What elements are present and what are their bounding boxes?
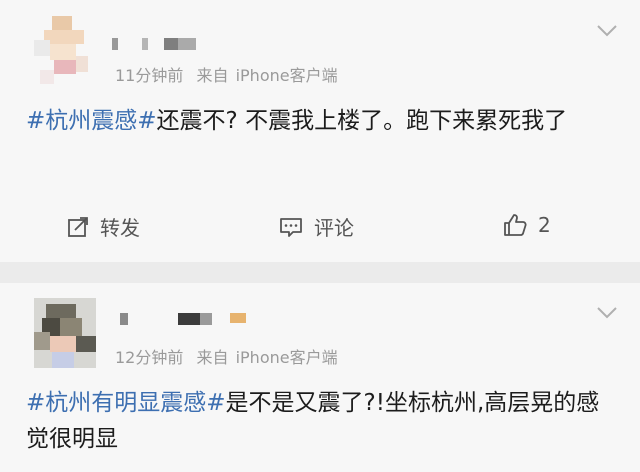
avatar[interactable] [34, 298, 96, 368]
repost-label: 转发 [100, 216, 140, 240]
comment-button[interactable]: 评论 [278, 212, 354, 241]
like-icon [504, 214, 527, 236]
post-content: 还震不? 不震我上楼了。跑下来累死我了 [156, 108, 568, 134]
post-source: iPhone客户端 [235, 66, 338, 85]
username-blurred[interactable] [120, 313, 260, 325]
chevron-down-icon[interactable] [596, 306, 618, 320]
hashtag-link[interactable]: #杭州有明显震感# [26, 390, 226, 416]
post-divider [0, 262, 640, 283]
post-card[interactable]: 12分钟前 来自 iPhone客户端 #杭州有明显震感#是不是又震了?!坐标杭州… [0, 283, 640, 472]
post-source: iPhone客户端 [235, 348, 338, 367]
hashtag-link[interactable]: #杭州震感# [26, 108, 157, 134]
post-text: #杭州有明显震感#是不是又震了?!坐标杭州,高层晃的感觉很明显 [26, 385, 600, 457]
like-count: 2 [538, 213, 551, 237]
post-time: 11分钟前 [115, 66, 184, 85]
repost-icon [68, 216, 88, 237]
avatar[interactable] [34, 16, 96, 86]
source-label: 来自 [196, 66, 229, 85]
action-bar: 转发 评论 2 [0, 206, 640, 246]
username-blurred[interactable] [112, 38, 202, 50]
post-card[interactable]: 11分钟前 来自 iPhone客户端 #杭州震感#还震不? 不震我上楼了。跑下来… [0, 0, 640, 262]
comment-icon [280, 217, 302, 237]
post-time: 12分钟前 [115, 348, 184, 367]
post-text: #杭州震感#还震不? 不震我上楼了。跑下来累死我了 [26, 103, 600, 139]
source-label: 来自 [196, 348, 229, 367]
like-button[interactable]: 2 [502, 212, 551, 238]
chevron-down-icon[interactable] [596, 24, 618, 38]
repost-button[interactable]: 转发 [66, 212, 140, 241]
post-meta: 11分钟前 来自 iPhone客户端 [115, 62, 346, 86]
comment-label: 评论 [314, 216, 354, 240]
post-meta: 12分钟前 来自 iPhone客户端 [115, 344, 346, 368]
